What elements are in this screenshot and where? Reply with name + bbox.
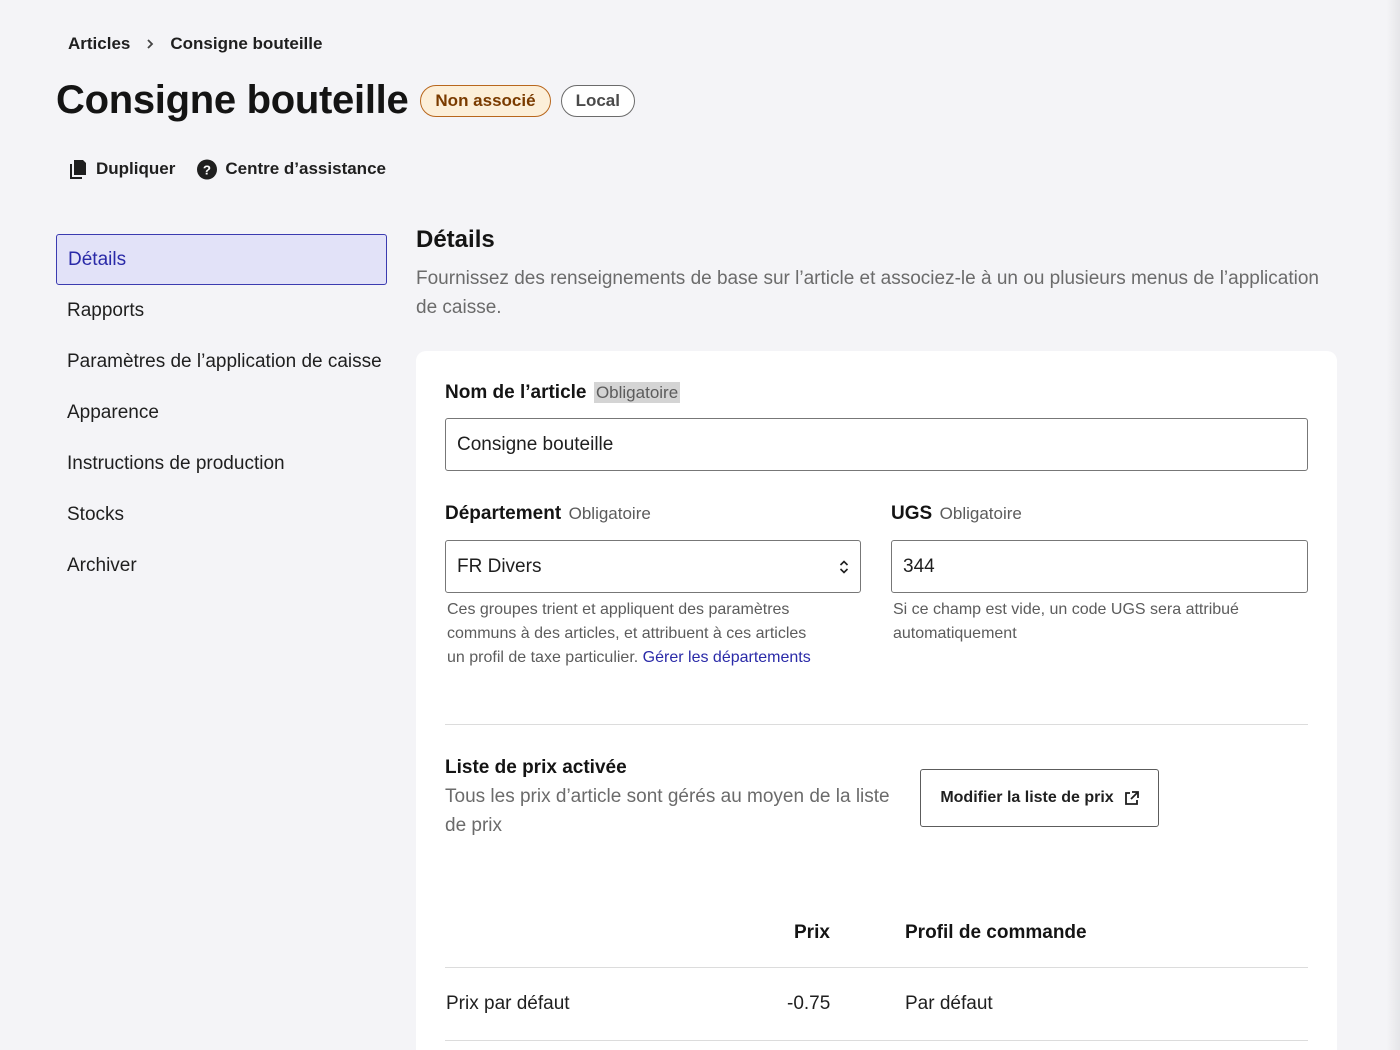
item-name-value: Consigne bouteille [457, 433, 614, 455]
sidebar-item-appearance[interactable]: Apparence [56, 387, 387, 438]
breadcrumb-parent-link[interactable]: Articles [68, 34, 130, 54]
duplicate-button[interactable]: Dupliquer [68, 158, 175, 180]
help-circle-icon: ? [197, 158, 218, 180]
details-card: Nom de l’article Obligatoire Consigne bo… [416, 351, 1337, 1050]
help-center-label: Centre d’assistance [225, 159, 386, 178]
department-label: Département [445, 503, 562, 524]
department-required: Obligatoire [568, 504, 651, 523]
sku-help: Si ce champ est vide, un code UGS sera a… [893, 601, 1239, 642]
price-list-description: Tous les prix d’article sont gérés au mo… [445, 786, 890, 836]
chevron-right-icon [130, 38, 170, 50]
section-description: Fournissez des renseignements de base su… [416, 268, 1319, 318]
header-actions: Dupliquer ? Centre d’assistance [68, 158, 386, 180]
item-name-required: Obligatoire [593, 382, 681, 403]
external-link-icon [1124, 790, 1139, 806]
scope-badge: Local [560, 84, 635, 117]
department-value: FR Divers [457, 555, 542, 577]
department-help: Ces groupes trient et appliquent des par… [447, 598, 827, 670]
help-center-button[interactable]: ? Centre d’assistance [197, 158, 386, 180]
price-list-title: Liste de prix activée [445, 757, 627, 778]
department-label-row: Département Obligatoire [445, 503, 651, 525]
table-row-divider [445, 1040, 1308, 1041]
window-edge-shadow [1386, 0, 1400, 1050]
row-order-profile: Par défaut [905, 993, 993, 1014]
copy-icon [68, 158, 88, 180]
sidebar-item-stocks[interactable]: Stocks [56, 489, 387, 540]
sku-input[interactable]: 344 [891, 540, 1308, 593]
status-badge: Non associé [420, 84, 551, 117]
sku-label: UGS [891, 503, 933, 524]
duplicate-label: Dupliquer [96, 159, 176, 178]
sidebar-item-details[interactable]: Détails [56, 234, 387, 285]
section-divider [445, 724, 1308, 725]
item-name-label-row: Nom de l’article Obligatoire [445, 382, 681, 404]
svg-text:?: ? [203, 162, 211, 177]
breadcrumb: Articles Consigne bouteille [68, 34, 322, 54]
edit-price-list-label: Modifier la liste de prix [940, 789, 1114, 806]
sku-required: Obligatoire [939, 504, 1022, 523]
row-price: -0.75 [787, 993, 831, 1014]
manage-departments-link[interactable]: Gérer les départements [643, 649, 811, 666]
col-header-order-profile: Profil de commande [905, 922, 1087, 943]
sku-label-row: UGS Obligatoire [891, 503, 1022, 525]
sidebar-item-production-instructions[interactable]: Instructions de production [56, 438, 387, 489]
row-name: Prix par défaut [446, 993, 570, 1014]
col-header-price: Prix [794, 922, 830, 943]
sidebar-item-archive[interactable]: Archiver [56, 540, 387, 591]
page-header: Consigne bouteille Non associé Local [56, 78, 635, 123]
sidebar-nav: Détails Rapports Paramètres de l’applica… [56, 234, 387, 591]
section-title: Détails [416, 226, 495, 253]
page-title: Consigne bouteille [56, 78, 409, 122]
table-header-divider [445, 967, 1308, 968]
sidebar-item-reports[interactable]: Rapports [56, 285, 387, 336]
sku-value: 344 [903, 555, 935, 577]
item-name-label: Nom de l’article [445, 382, 587, 403]
department-select[interactable]: FR Divers [445, 540, 861, 593]
edit-price-list-button[interactable]: Modifier la liste de prix [920, 769, 1159, 827]
item-name-input[interactable]: Consigne bouteille [445, 418, 1308, 471]
details-section-header: Détails Fournissez des renseignements de… [416, 226, 1337, 322]
breadcrumb-current: Consigne bouteille [170, 34, 323, 53]
select-arrows-icon [839, 559, 849, 575]
sidebar-item-pos-settings[interactable]: Paramètres de l’application de caisse [56, 336, 387, 387]
price-list-info: Liste de prix activée Tous les prix d’ar… [445, 757, 911, 840]
